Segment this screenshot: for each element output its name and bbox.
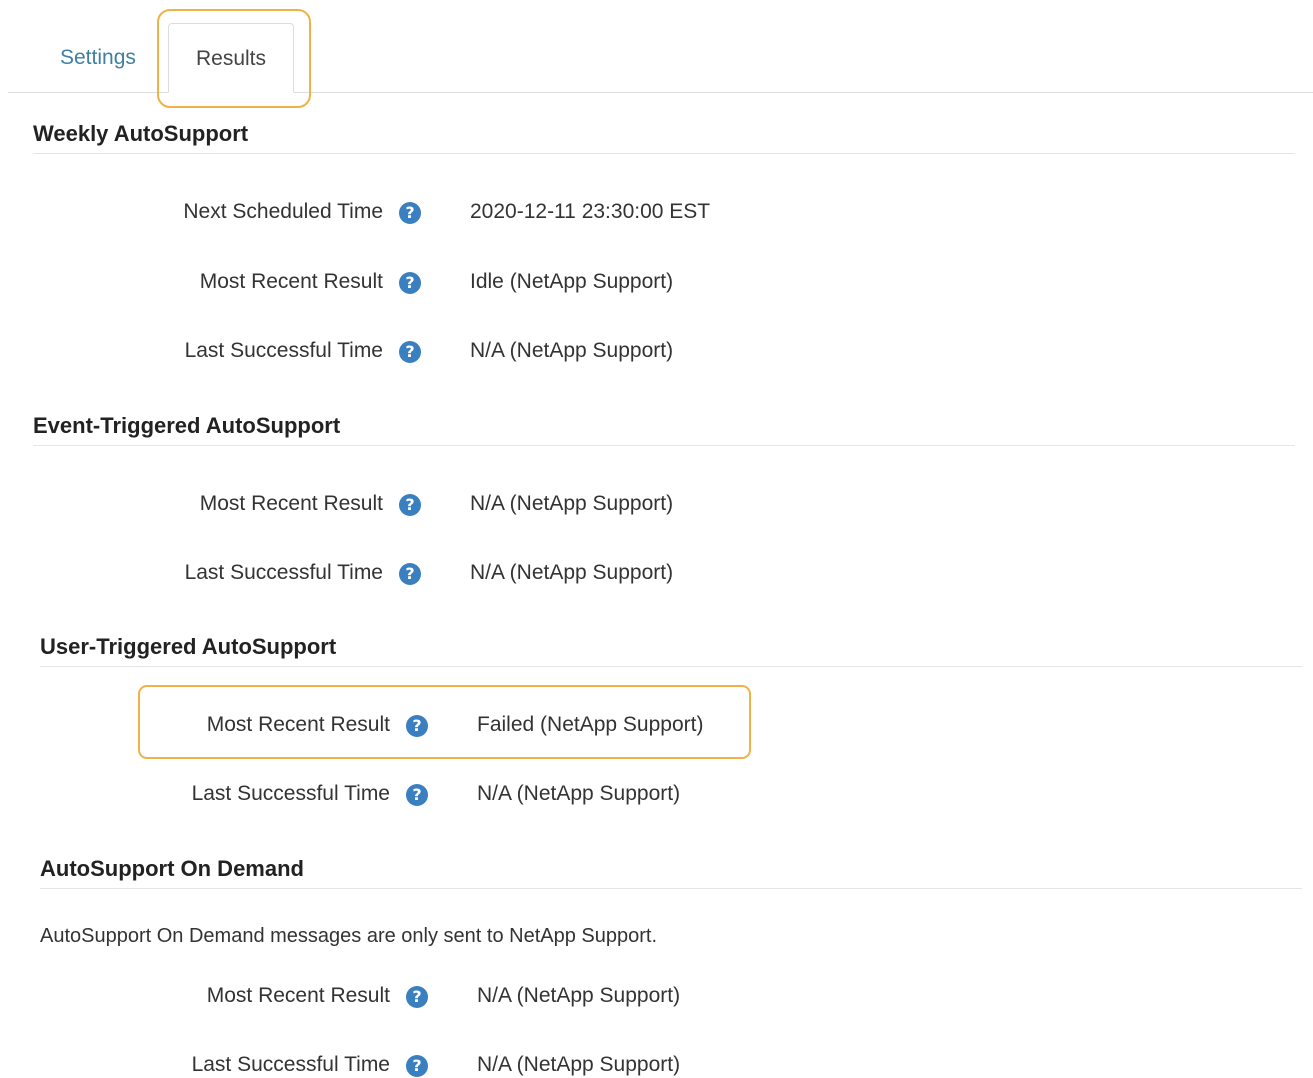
user-last-successful-value: N/A (NetApp Support) [477,782,681,805]
on-demand-most-recent-value: N/A (NetApp Support) [477,984,681,1007]
field-label: Next Scheduled Time [183,200,383,223]
event-last-successful-row: Last Successful Time [33,553,383,593]
tab-settings[interactable]: Settings [60,46,136,70]
weekly-next-scheduled-row: Next Scheduled Time [33,192,383,232]
on-demand-last-successful-value: N/A (NetApp Support) [477,1053,681,1076]
help-icon[interactable]: ? [406,986,428,1008]
event-most-recent-row: Most Recent Result [33,484,383,524]
weekly-last-successful-row: Last Successful Time [33,331,383,371]
event-last-successful-value: N/A (NetApp Support) [470,561,674,584]
field-label: Most Recent Result [206,984,390,1007]
on-demand-section-title: AutoSupport On Demand [40,856,1302,889]
user-most-recent-row: Most Recent Result [40,705,390,745]
tab-bar: Settings Results [8,0,1313,93]
help-icon[interactable]: ? [399,202,421,224]
user-most-recent-value: Failed (NetApp Support) [477,713,704,736]
field-label: Most Recent Result [199,270,383,293]
event-most-recent-value: N/A (NetApp Support) [470,492,674,515]
help-icon[interactable]: ? [406,784,428,806]
field-label: Last Successful Time [191,1053,390,1076]
on-demand-most-recent-row: Most Recent Result [40,976,390,1016]
field-label: Last Successful Time [184,561,383,584]
weekly-most-recent-row: Most Recent Result [33,262,383,302]
field-label: Last Successful Time [184,339,383,362]
on-demand-last-successful-row: Last Successful Time [40,1045,390,1078]
user-section-title: User-Triggered AutoSupport [40,634,1302,667]
help-icon[interactable]: ? [406,1055,428,1077]
on-demand-note: AutoSupport On Demand messages are only … [40,925,658,947]
field-label: Most Recent Result [199,492,383,515]
help-icon[interactable]: ? [399,341,421,363]
weekly-most-recent-value: Idle (NetApp Support) [470,270,674,293]
field-label: Last Successful Time [191,782,390,805]
user-last-successful-row: Last Successful Time [40,774,390,814]
autosupport-results-page: Settings Results Weekly AutoSupport Next… [0,0,1313,1078]
help-icon[interactable]: ? [399,563,421,585]
event-section-title: Event-Triggered AutoSupport [33,413,1295,446]
tab-results[interactable]: Results [168,23,294,93]
field-label: Most Recent Result [206,713,390,736]
weekly-next-scheduled-value: 2020-12-11 23:30:00 EST [470,200,711,223]
help-icon[interactable]: ? [399,272,421,294]
help-icon[interactable]: ? [399,494,421,516]
help-icon[interactable]: ? [406,715,428,737]
weekly-last-successful-value: N/A (NetApp Support) [470,339,674,362]
weekly-section-title: Weekly AutoSupport [33,121,1295,154]
